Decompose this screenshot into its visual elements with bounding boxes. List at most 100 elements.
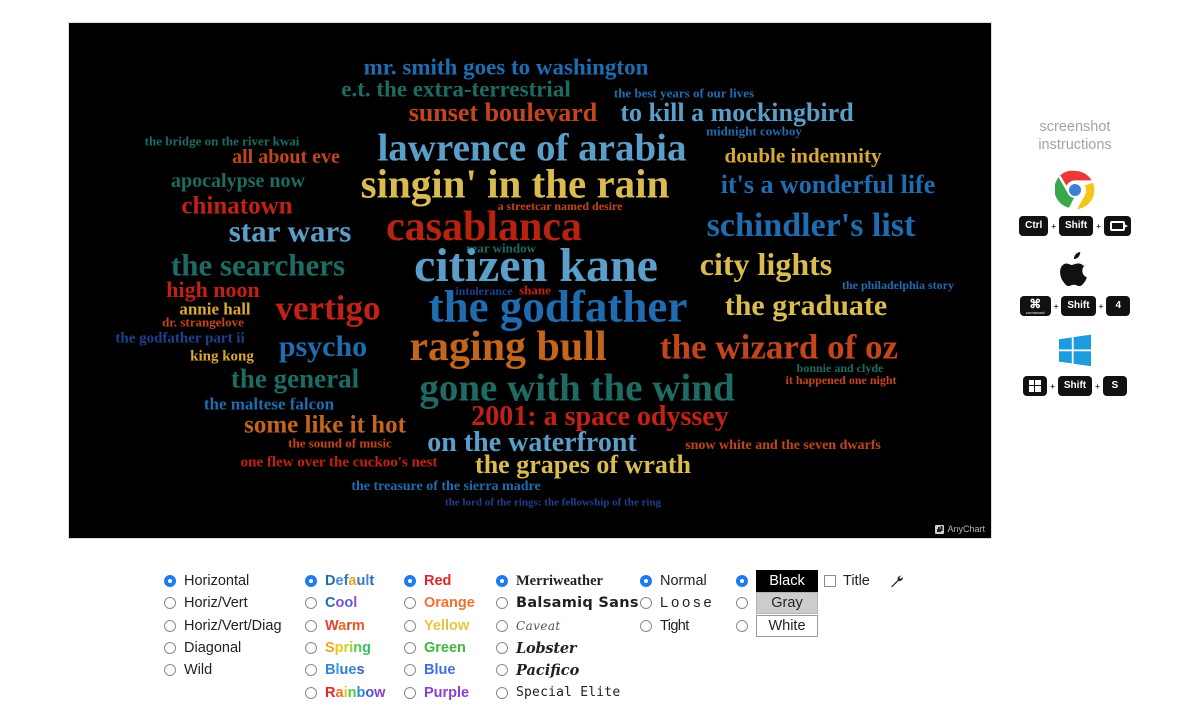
radio-button[interactable] [305, 642, 317, 655]
cloud-word[interactable]: raging bull [409, 326, 606, 368]
hue-option-red[interactable]: Red [404, 570, 475, 592]
hue-option-green[interactable]: Green [404, 637, 475, 659]
background-option-black[interactable]: Black [736, 570, 818, 593]
palette-option-cool[interactable]: Cool [305, 592, 385, 614]
radio-button[interactable] [164, 619, 176, 632]
hue-option-orange[interactable]: Orange [404, 592, 475, 614]
cloud-word[interactable]: the general [231, 365, 359, 393]
cloud-word[interactable]: it happened one night [785, 374, 896, 386]
cloud-word[interactable]: king kong [190, 349, 254, 365]
radio-button[interactable] [305, 664, 317, 677]
hue-option-yellow[interactable]: Yellow [404, 615, 475, 637]
cloud-word[interactable]: star wars [229, 216, 352, 247]
cloud-word[interactable]: mr. smith goes to washington [364, 56, 649, 79]
mac-shortcut-keys: ⌘ command + Shift + 4 [1000, 296, 1150, 317]
radio-button[interactable] [404, 575, 416, 588]
palette-option-rainbow[interactable]: Rainbow [305, 681, 385, 703]
radio-button[interactable] [164, 575, 176, 588]
spacing-option-tight[interactable]: Tight [640, 615, 715, 637]
cloud-word[interactable]: psycho [279, 332, 367, 362]
anychart-watermark[interactable]: AnyChart [935, 524, 985, 534]
hue-option-blue[interactable]: Blue [404, 659, 475, 681]
layout-option-horiz-vert-diag[interactable]: Horiz/Vert/Diag [164, 615, 282, 637]
radio-button[interactable] [496, 664, 508, 677]
cloud-word[interactable]: dr. strangelove [162, 316, 244, 329]
hue-option-purple[interactable]: Purple [404, 681, 475, 703]
cloud-word[interactable]: the graduate [725, 291, 887, 321]
radio-button[interactable] [164, 642, 176, 655]
cloud-word[interactable]: the maltese falcon [204, 396, 334, 413]
radio-button[interactable] [496, 686, 508, 699]
background-swatch-black[interactable]: Black [756, 570, 818, 593]
radio-button[interactable] [736, 597, 748, 610]
cloud-word[interactable]: city lights [700, 248, 832, 280]
radio-button[interactable] [164, 597, 176, 610]
layout-option-horiz-vert[interactable]: Horiz/Vert [164, 592, 282, 614]
cloud-word[interactable]: the grapes of wrath [475, 452, 691, 478]
radio-button[interactable] [496, 575, 508, 588]
radio-button[interactable] [496, 619, 508, 632]
radio-button[interactable] [404, 597, 416, 610]
spacing-option-loose[interactable]: Loose [640, 592, 715, 614]
cloud-word[interactable]: snow white and the seven dwarfs [685, 439, 881, 453]
cloud-word[interactable]: sunset boulevard [409, 100, 598, 126]
radio-button[interactable] [404, 664, 416, 677]
word-cloud-canvas[interactable]: mr. smith goes to washington e.t. the ext… [68, 22, 992, 539]
radio-button[interactable] [640, 619, 652, 632]
cloud-word[interactable]: midnight cowboy [706, 125, 802, 138]
cloud-word[interactable]: the searchers [171, 250, 345, 281]
radio-button[interactable] [305, 619, 317, 632]
radio-button[interactable] [404, 642, 416, 655]
font-option-pacifico[interactable]: Pacifico [496, 659, 639, 681]
layout-option-horizontal[interactable]: Horizontal [164, 570, 282, 592]
font-option-caveat[interactable]: Caveat [496, 615, 639, 637]
layout-option-wild[interactable]: Wild [164, 659, 282, 681]
palette-option-default-label: Default [325, 573, 375, 590]
radio-button[interactable] [164, 664, 176, 677]
cloud-word[interactable]: schindler's list [707, 209, 916, 243]
palette-option-spring[interactable]: Spring [305, 637, 385, 659]
radio-button[interactable] [736, 575, 748, 588]
title-checkbox[interactable] [824, 575, 836, 588]
spacing-option-normal[interactable]: Normal [640, 570, 715, 592]
radio-button[interactable] [404, 619, 416, 632]
cloud-word[interactable]: the lord of the rings: the fellowship of… [445, 497, 661, 509]
title-checkbox-row[interactable]: Title [824, 570, 905, 592]
cloud-word[interactable]: double indemnity [725, 145, 882, 167]
cloud-word[interactable]: apocalypse now [171, 171, 305, 191]
font-option-special-elite[interactable]: Special Elite [496, 681, 639, 703]
radio-button[interactable] [496, 597, 508, 610]
settings-button[interactable] [888, 573, 905, 590]
cloud-word[interactable]: the treasure of the sierra madre [351, 480, 540, 494]
radio-button[interactable] [640, 597, 652, 610]
radio-button[interactable] [305, 597, 317, 610]
layout-option-diagonal[interactable]: Diagonal [164, 637, 282, 659]
palette-option-warm[interactable]: Warm [305, 615, 385, 637]
cloud-word[interactable]: vertigo [276, 291, 381, 326]
radio-button[interactable] [736, 619, 748, 632]
radio-button[interactable] [640, 575, 652, 588]
background-option-white[interactable]: White [736, 614, 818, 637]
font-option-merriweather[interactable]: Merriweather [496, 570, 639, 592]
font-option-lobster[interactable]: Lobster [496, 637, 639, 659]
cloud-word[interactable]: one flew over the cuckoo's nest [241, 455, 438, 471]
palette-option-blues[interactable]: Blues [305, 659, 385, 681]
cloud-word[interactable]: the sound of music [288, 437, 392, 450]
cloud-word[interactable]: all about eve [232, 147, 340, 167]
font-option-balsamiq-sans[interactable]: Balsamiq Sans [496, 592, 639, 614]
cloud-word[interactable]: it's a wonderful life [721, 172, 936, 198]
cloud-word[interactable]: the wizard of oz [660, 330, 898, 365]
palette-option-default[interactable]: Default [305, 570, 385, 592]
background-option-gray[interactable]: Gray [736, 592, 818, 615]
cloud-word[interactable]: high noon [166, 279, 260, 301]
radio-button[interactable] [305, 686, 317, 699]
cloud-word[interactable]: some like it hot [244, 413, 406, 438]
background-swatch-white[interactable]: White [756, 614, 818, 637]
cloud-word[interactable]: the godfather part ii [115, 331, 244, 347]
radio-button[interactable] [496, 642, 508, 655]
cloud-word[interactable]: the godfather [429, 284, 688, 330]
background-swatch-gray[interactable]: Gray [756, 592, 818, 615]
radio-button[interactable] [404, 686, 416, 699]
radio-button[interactable] [305, 575, 317, 588]
cloud-word[interactable]: to kill a mockingbird [620, 100, 853, 126]
